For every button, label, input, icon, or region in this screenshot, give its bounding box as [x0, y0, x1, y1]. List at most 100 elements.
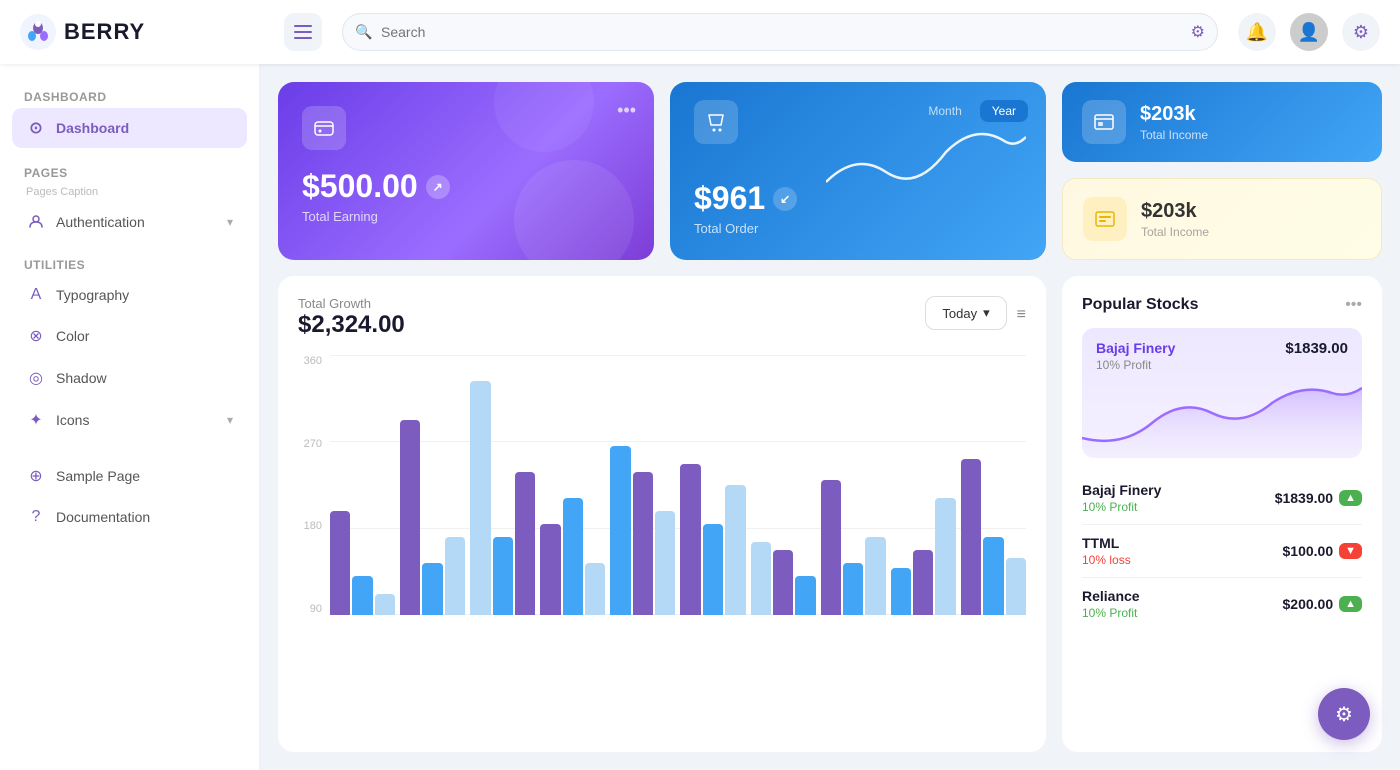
icons-chevron-icon: ▾	[227, 413, 233, 427]
sample-page-icon: ⊕	[26, 466, 46, 486]
card-total-order: Month Year $961 ↙ Total Order	[670, 82, 1046, 260]
color-icon: ⊗	[26, 326, 46, 346]
stock-row-left: TTML 10% loss	[1082, 535, 1131, 567]
pages-caption: Pages Caption	[12, 184, 247, 204]
income-yellow-icon	[1083, 197, 1127, 241]
today-button[interactable]: Today ▾	[925, 296, 1006, 330]
bar-group-8	[821, 355, 886, 615]
bar-group-10	[961, 355, 1026, 615]
stock-badge-up: ▲	[1339, 490, 1362, 506]
featured-stock-wave	[1082, 368, 1362, 458]
shadow-icon: ◎	[26, 368, 46, 388]
avatar[interactable]: 👤	[1290, 13, 1328, 51]
sidebar-item-color[interactable]: ⊗ Color	[12, 316, 247, 356]
settings-button[interactable]: ⚙	[1342, 13, 1380, 51]
featured-stock-name: Bajaj Finery	[1096, 340, 1175, 356]
auth-icon	[26, 214, 46, 230]
sidebar-item-authentication[interactable]: Authentication ▾	[12, 204, 247, 240]
stock-row-right: $1839.00 ▲	[1275, 490, 1362, 506]
bar-group-5	[610, 355, 675, 615]
search-icon: 🔍	[355, 24, 372, 41]
income-yellow-label: Total Income	[1141, 225, 1209, 239]
stock-profit: 10% Profit	[1082, 500, 1161, 514]
bar-chart: 360 270 180 90	[298, 355, 1026, 732]
featured-stock-area: Bajaj Finery 10% Profit $1839.00	[1082, 328, 1362, 458]
stock-name: TTML	[1082, 535, 1131, 551]
logo-icon	[20, 14, 56, 50]
income-yellow-amount: $203k	[1141, 200, 1209, 223]
stocks-title: Popular Stocks	[1082, 296, 1198, 314]
chart-growth-label: Total Growth	[298, 296, 405, 311]
sidebar-section-pages: Pages	[12, 158, 247, 184]
filter-icon[interactable]: ⚙	[1191, 22, 1205, 42]
search-input[interactable]	[342, 13, 1218, 51]
header: BERRY 🔍 ⚙ 🔔 👤 ⚙	[0, 0, 1400, 64]
sidebar-item-dashboard[interactable]: ⊙ Dashboard	[12, 108, 247, 148]
stock-profit: 10% loss	[1082, 553, 1131, 567]
order-amount: $961 ↙	[694, 180, 797, 217]
stock-name: Reliance	[1082, 588, 1140, 604]
bg-shape-2	[494, 82, 594, 152]
earning-card-menu[interactable]: •••	[617, 100, 636, 121]
stock-row-left: Bajaj Finery 10% Profit	[1082, 482, 1161, 514]
main-content: ••• $500.00 ↗ Total Earning	[260, 64, 1400, 770]
income-blue-info: $203k Total Income	[1140, 103, 1208, 142]
dashboard-icon: ⊙	[26, 118, 46, 138]
chart-card: Total Growth $2,324.00 Today ▾ ≡ 360	[278, 276, 1046, 752]
bar-group-9	[891, 355, 956, 615]
stock-row: TTML 10% loss $100.00 ▼	[1082, 525, 1362, 578]
sidebar-item-shadow[interactable]: ◎ Shadow	[12, 358, 247, 398]
stocks-header: Popular Stocks •••	[1082, 296, 1362, 314]
documentation-icon: ?	[26, 508, 46, 526]
hamburger-button[interactable]	[284, 13, 322, 51]
header-right: 🔔 👤 ⚙	[1238, 13, 1380, 51]
stock-row-left: Reliance 10% Profit	[1082, 588, 1140, 620]
order-label: Total Order	[694, 221, 797, 236]
earning-badge: ↗	[426, 175, 450, 199]
featured-stock-price: $1839.00	[1285, 340, 1348, 357]
stock-rows: Bajaj Finery 10% Profit $1839.00 ▲ TTML …	[1082, 472, 1362, 630]
main-layout: Dashboard ⊙ Dashboard Pages Pages Captio…	[0, 64, 1400, 770]
toggle-group: Month Year	[916, 100, 1028, 122]
income-yellow-info: $203k Total Income	[1141, 200, 1209, 239]
stock-price: $200.00	[1283, 596, 1334, 612]
typography-icon: A	[26, 286, 46, 304]
stock-badge-down: ▼	[1339, 543, 1362, 559]
sidebar-item-icons[interactable]: ✦ Icons ▾	[12, 400, 247, 440]
bar-group-3	[470, 355, 535, 615]
chart-menu-icon[interactable]: ≡	[1017, 306, 1026, 324]
stock-badge-up: ▲	[1339, 596, 1362, 612]
month-toggle[interactable]: Month	[916, 100, 973, 122]
sidebar-item-documentation[interactable]: ? Documentation	[12, 498, 247, 536]
income-blue-amount: $203k	[1140, 103, 1208, 126]
stock-profit: 10% Profit	[1082, 606, 1140, 620]
auth-chevron-icon: ▾	[227, 215, 233, 229]
right-cards: $203k Total Income $203k Total	[1062, 82, 1382, 260]
card-income-blue: $203k Total Income	[1062, 82, 1382, 162]
stock-price: $100.00	[1283, 543, 1334, 559]
fab-settings-button[interactable]: ⚙	[1318, 688, 1370, 740]
sidebar-item-sample-page[interactable]: ⊕ Sample Page	[12, 456, 247, 496]
search-bar: 🔍 ⚙	[342, 13, 1218, 51]
chart-header: Total Growth $2,324.00 Today ▾ ≡	[298, 296, 1026, 339]
bar-group-7	[751, 355, 816, 615]
stock-row: Bajaj Finery 10% Profit $1839.00 ▲	[1082, 472, 1362, 525]
bars-container	[330, 355, 1026, 615]
stock-row-right: $200.00 ▲	[1283, 596, 1363, 612]
stocks-card: Popular Stocks ••• Bajaj Finery 10% Prof…	[1062, 276, 1382, 752]
logo-area: BERRY	[20, 14, 280, 50]
today-chevron-icon: ▾	[983, 305, 990, 321]
logo-text: BERRY	[64, 19, 145, 45]
bar-group-6	[680, 355, 745, 615]
order-wave-svg	[826, 122, 1026, 212]
order-badge: ↙	[773, 187, 797, 211]
notification-button[interactable]: 🔔	[1238, 13, 1276, 51]
top-cards-row: ••• $500.00 ↗ Total Earning	[278, 82, 1382, 260]
earning-card-icon	[302, 106, 346, 150]
sidebar-section-utilities: Utilities	[12, 250, 247, 276]
sidebar-section-dashboard: Dashboard	[12, 82, 247, 108]
stocks-menu-icon[interactable]: •••	[1345, 296, 1362, 314]
bar-group-2	[400, 355, 465, 615]
year-toggle[interactable]: Year	[980, 100, 1028, 122]
sidebar-item-typography[interactable]: A Typography	[12, 276, 247, 314]
